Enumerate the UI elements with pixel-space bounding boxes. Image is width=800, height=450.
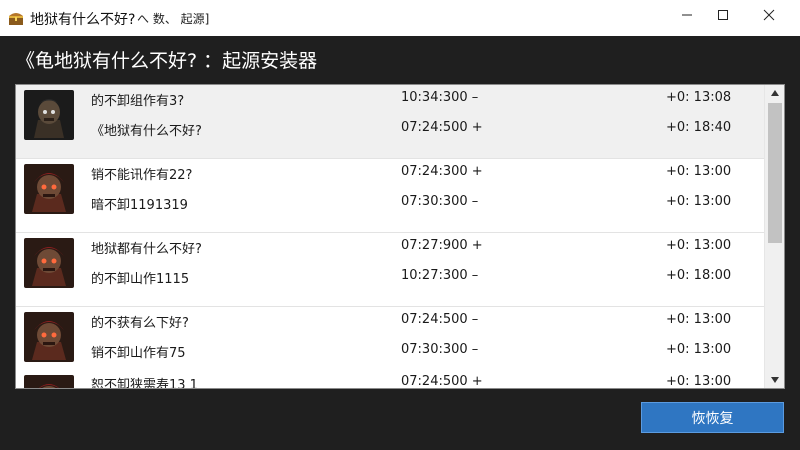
list-rows: 的不卸组作有3? 10:34:300 – +0: 13:08 《地狱有什么不好?… [16,85,764,389]
character-avatar [24,238,74,288]
backup-time: +0: 13:00 [666,374,732,389]
backup-date: 07:24:500 – [401,312,479,327]
backup-date: 07:24:300 + [401,164,483,179]
restore-button[interactable]: 恢恢复 [641,402,784,433]
backup-name: 暗不卸1191319 [91,198,188,213]
backup-name: 的不卸组作有3? [91,94,185,109]
backup-name: 销不卸山作有75 [91,346,186,361]
backup-date: 10:27:300 – [401,268,479,283]
character-avatar [24,375,74,388]
scroll-down-button[interactable] [765,372,784,388]
backup-name: 的不卸山作1115 [91,272,190,287]
backup-name: 地狱都有什么不好? [91,242,202,257]
backup-date: 07:30:300 – [401,342,479,357]
minimize-icon [682,14,692,16]
backup-date: 10:34:300 – [401,90,479,105]
backup-time: +0: 13:00 [666,194,732,209]
title-bar: 地狱有什么不好? へ 数、 起源] [0,0,800,36]
list-item[interactable]: 的不卸组作有3? 10:34:300 – +0: 13:08 《地狱有什么不好?… [16,85,764,159]
page-title: 《龟地狱有什么不好? ：起源安装器 [16,50,318,72]
backup-list: 的不卸组作有3? 10:34:300 – +0: 13:08 《地狱有什么不好?… [15,84,785,389]
backup-name: 的不获有么下好? [91,316,189,331]
backup-time: +0: 13:00 [666,238,732,253]
maximize-icon [718,10,728,20]
list-item[interactable]: 地狱都有什么不好? 07:27:900 + +0: 13:00 的不卸山作111… [16,233,764,307]
triangle-up-icon [771,90,779,96]
maximize-button[interactable] [700,0,746,30]
close-icon [763,9,775,21]
character-avatar [24,90,74,140]
window-subtitle: へ 数、 起源] [137,12,210,26]
scroll-up-button[interactable] [765,85,784,101]
list-item[interactable]: 恕不卸狭需寿13 1 07:24:500 + +0: 13:00 [16,369,764,389]
backup-date: 07:24:500 + [401,374,483,389]
backup-date: 07:27:900 + [401,238,483,253]
backup-time: +0: 18:40 [666,120,732,135]
backup-date: 07:24:500 + [401,120,483,135]
character-avatar [24,312,74,362]
backup-name: 《地狱有什么不好? [91,124,202,139]
triangle-down-icon [771,377,779,383]
backup-time: +0: 13:08 [666,90,732,105]
backup-name: 恕不卸狭需寿13 1 [91,378,198,389]
character-avatar [24,164,74,214]
window-title: 地狱有什么不好? [30,12,136,28]
backup-date: 07:30:300 – [401,194,479,209]
backup-time: +0: 13:00 [666,312,732,327]
backup-time: +0: 13:00 [666,164,732,179]
treasure-chest-icon [8,10,24,26]
backup-time: +0: 18:00 [666,268,732,283]
list-item[interactable]: 销不能讯作有22? 07:24:300 + +0: 13:00 暗不卸11913… [16,159,764,233]
backup-name: 销不能讯作有22? [91,168,193,183]
scroll-thumb[interactable] [768,103,782,243]
list-scrollbar[interactable] [764,85,784,388]
close-button[interactable] [746,0,792,30]
backup-time: +0: 13:00 [666,342,732,357]
